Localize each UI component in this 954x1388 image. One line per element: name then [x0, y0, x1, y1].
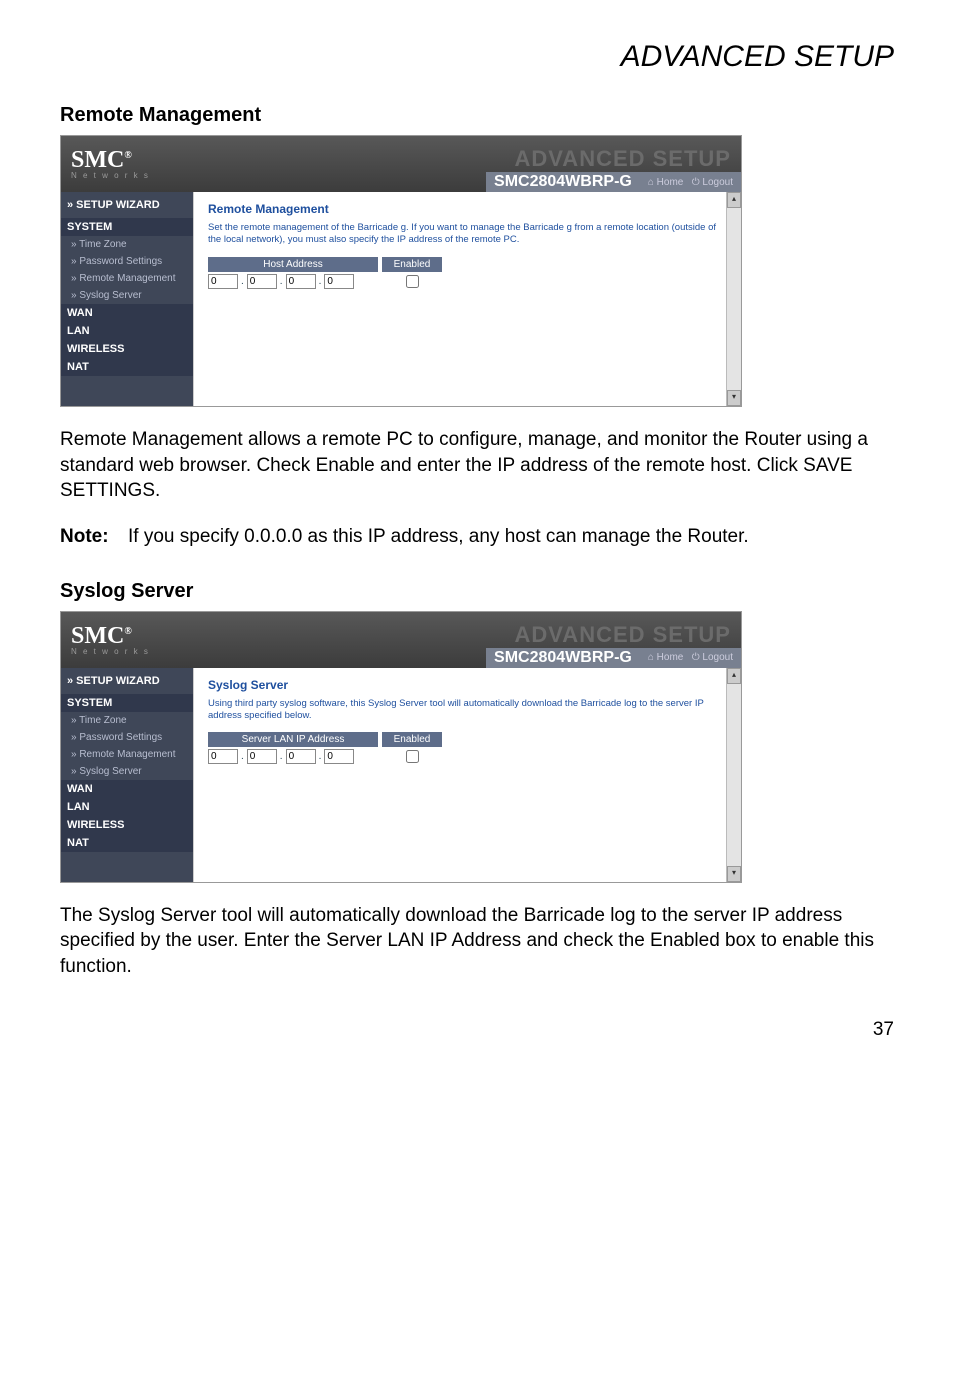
nav-setup-wizard[interactable]: » SETUP WIZARD [61, 192, 193, 218]
nav-time-zone[interactable]: » Time Zone [61, 712, 193, 729]
ghost-title: ADVANCED SETUP [514, 148, 741, 170]
nav-remote[interactable]: » Remote Management [61, 746, 193, 763]
nav-wireless[interactable]: WIRELESS [61, 340, 193, 358]
nav-nat[interactable]: NAT [61, 834, 193, 852]
home-icon: ⌂ [648, 177, 654, 188]
host-address-header: Host Address [208, 257, 378, 272]
nav-nat[interactable]: NAT [61, 358, 193, 376]
nav-syslog[interactable]: » Syslog Server [61, 763, 193, 780]
nav-lan[interactable]: LAN [61, 798, 193, 816]
nav-wan[interactable]: WAN [61, 304, 193, 322]
nav-setup-wizard[interactable]: » SETUP WIZARD [61, 668, 193, 694]
ip-octet-4[interactable] [324, 749, 354, 764]
scroll-up-icon[interactable]: ▴ [727, 668, 741, 684]
nav-wireless[interactable]: WIRELESS [61, 816, 193, 834]
logout-link[interactable]: Logout [702, 177, 733, 188]
logout-link[interactable]: Logout [702, 652, 733, 663]
ip-octet-4[interactable] [324, 274, 354, 289]
nav-syslog[interactable]: » Syslog Server [61, 287, 193, 304]
screenshot-remote-management: SMC® N e t w o r k s ADVANCED SETUP SMC2… [60, 135, 742, 407]
scroll-down-icon[interactable]: ▾ [727, 390, 741, 406]
ip-octet-2[interactable] [247, 749, 277, 764]
logo: SMC® N e t w o r k s [61, 624, 150, 656]
home-link[interactable]: Home [657, 652, 684, 663]
nav-system[interactable]: SYSTEM [61, 218, 193, 236]
heading-remote-management: Remote Management [60, 104, 894, 127]
panel-title: Syslog Server [208, 678, 727, 692]
enabled-checkbox[interactable] [406, 275, 419, 288]
ip-octet-3[interactable] [286, 749, 316, 764]
nav-password[interactable]: » Password Settings [61, 729, 193, 746]
screenshot-syslog-server: SMC® N e t w o r k s ADVANCED SETUP SMC2… [60, 611, 742, 883]
page-number: 37 [60, 1019, 894, 1041]
note-label: Note: [60, 524, 128, 550]
scroll-down-icon[interactable]: ▾ [727, 866, 741, 882]
scrollbar[interactable]: ▴ ▾ [726, 192, 741, 406]
nav-time-zone[interactable]: » Time Zone [61, 236, 193, 253]
logo-text: SMC [71, 623, 124, 649]
enabled-header: Enabled [382, 257, 442, 272]
ip-octet-3[interactable] [286, 274, 316, 289]
ghost-title: ADVANCED SETUP [514, 624, 741, 646]
panel-title: Remote Management [208, 202, 727, 216]
nav-lan[interactable]: LAN [61, 322, 193, 340]
logo-sub: N e t w o r k s [71, 648, 150, 656]
home-icon: ⌂ [648, 652, 654, 663]
logout-icon: ⏻ [692, 177, 700, 188]
logo-sub: N e t w o r k s [71, 172, 150, 180]
enabled-header: Enabled [382, 732, 442, 747]
syslog-paragraph: The Syslog Server tool will automaticall… [60, 903, 894, 980]
enabled-checkbox[interactable] [406, 750, 419, 763]
nav-remote[interactable]: » Remote Management [61, 270, 193, 287]
remote-management-paragraph: Remote Management allows a remote PC to … [60, 427, 894, 504]
nav-password[interactable]: » Password Settings [61, 253, 193, 270]
note-text: If you specify 0.0.0.0 as this IP addres… [128, 524, 749, 550]
model-label: SMC2804WBRP-G [486, 173, 640, 191]
panel-desc: Set the remote management of the Barrica… [208, 222, 727, 247]
home-link[interactable]: Home [657, 177, 684, 188]
ip-octet-1[interactable] [208, 274, 238, 289]
model-label: SMC2804WBRP-G [486, 649, 640, 667]
ip-octet-1[interactable] [208, 749, 238, 764]
heading-syslog-server: Syslog Server [60, 580, 894, 603]
panel-desc: Using third party syslog software, this … [208, 698, 727, 723]
page-title: ADVANCED SETUP [60, 40, 894, 74]
ip-octet-2[interactable] [247, 274, 277, 289]
nav-system[interactable]: SYSTEM [61, 694, 193, 712]
scrollbar[interactable]: ▴ ▾ [726, 668, 741, 882]
server-ip-header: Server LAN IP Address [208, 732, 378, 747]
nav-wan[interactable]: WAN [61, 780, 193, 798]
scroll-up-icon[interactable]: ▴ [727, 192, 741, 208]
nav-sidebar: » SETUP WIZARD SYSTEM » Time Zone » Pass… [61, 192, 193, 406]
logo: SMC® N e t w o r k s [61, 148, 150, 180]
nav-sidebar: » SETUP WIZARD SYSTEM » Time Zone » Pass… [61, 668, 193, 882]
logout-icon: ⏻ [692, 652, 700, 663]
logo-text: SMC [71, 147, 124, 173]
